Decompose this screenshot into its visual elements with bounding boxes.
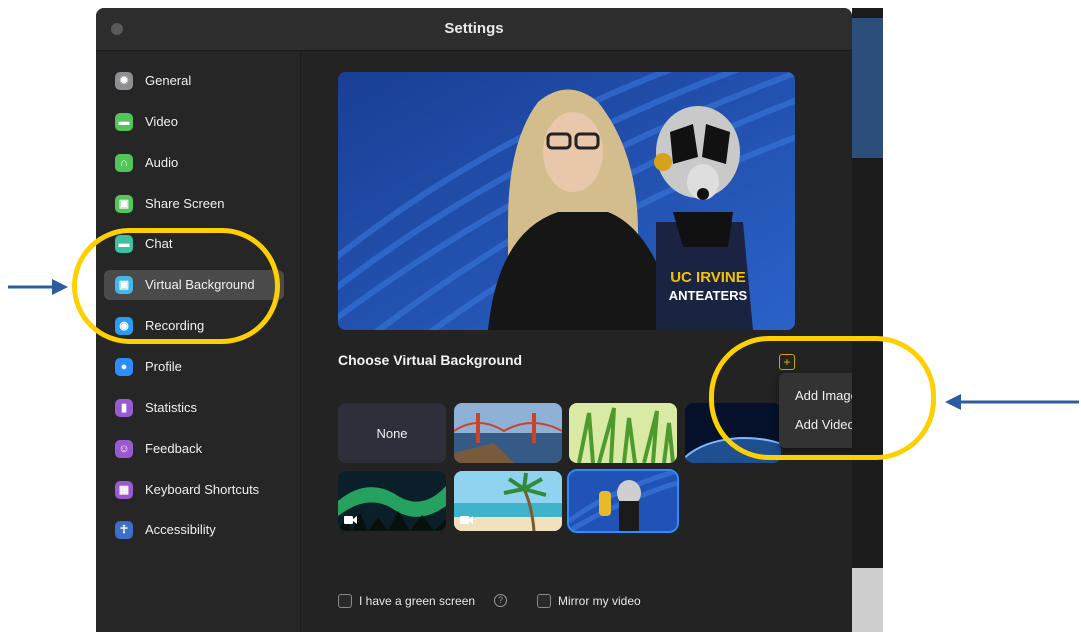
shirt-text-line2: ANTEATERS bbox=[669, 288, 748, 303]
title-bar: Settings bbox=[96, 8, 852, 51]
sidebar-item-general[interactable]: ✹ General bbox=[104, 66, 284, 96]
grass-image bbox=[569, 403, 677, 463]
share-screen-icon: ▣ bbox=[115, 195, 133, 213]
sidebar-item-video[interactable]: ▬ Video bbox=[104, 107, 284, 137]
keyboard-icon: ▦ bbox=[115, 481, 133, 499]
shirt-text-line1: UC IRVINE bbox=[670, 269, 746, 286]
green-screen-checkbox[interactable] bbox=[338, 594, 352, 608]
background-window-image bbox=[852, 18, 883, 632]
sidebar-item-label: Keyboard Shortcuts bbox=[145, 482, 260, 497]
background-thumb-uc-irvine-anteater[interactable] bbox=[567, 469, 679, 533]
video-camera-icon bbox=[460, 516, 473, 524]
sidebar-item-label: Video bbox=[145, 114, 179, 129]
mirror-video-label: Mirror my video bbox=[558, 594, 641, 608]
sidebar-item-label: Audio bbox=[145, 155, 179, 170]
video-camera-icon: ▬ bbox=[115, 113, 133, 131]
sidebar-item-label: Profile bbox=[145, 359, 182, 374]
sidebar-item-label: Accessibility bbox=[145, 522, 216, 537]
sidebar-item-label: Share Screen bbox=[145, 196, 225, 211]
anteater-image bbox=[569, 471, 677, 531]
help-icon[interactable]: ? bbox=[494, 594, 507, 607]
smiley-icon: ☺ bbox=[115, 440, 133, 458]
left-arrow-icon bbox=[945, 394, 1079, 410]
headphones-icon: ∩ bbox=[115, 154, 133, 172]
preview-image: UC IRVINE ANTEATERS bbox=[338, 72, 795, 330]
sidebar-item-statistics[interactable]: ▮ Statistics bbox=[104, 393, 284, 423]
background-thumb-golden-gate-bridge[interactable] bbox=[454, 403, 562, 463]
golden-gate-image bbox=[454, 403, 562, 463]
sidebar-item-feedback[interactable]: ☺ Feedback bbox=[104, 434, 284, 464]
video-camera-icon bbox=[344, 516, 357, 524]
sidebar-item-label: Feedback bbox=[145, 441, 203, 456]
background-thumb-beach-palm[interactable] bbox=[454, 471, 562, 531]
sidebar-item-profile[interactable]: ● Profile bbox=[104, 352, 284, 382]
sidebar-item-accessibility[interactable]: ☥ Accessibility bbox=[104, 515, 284, 545]
sidebar-item-label: General bbox=[145, 73, 192, 88]
camera-preview: UC IRVINE ANTEATERS bbox=[338, 72, 795, 330]
add-menu-highlight bbox=[709, 336, 936, 460]
section-title: Choose Virtual Background bbox=[338, 352, 523, 368]
profile-icon: ● bbox=[115, 358, 133, 376]
sidebar-item-label: Statistics bbox=[145, 400, 198, 415]
sidebar-item-audio[interactable]: ∩ Audio bbox=[104, 148, 284, 178]
window-title: Settings bbox=[444, 20, 504, 37]
sidebar-item-keyboard-shortcuts[interactable]: ▦ Keyboard Shortcuts bbox=[104, 475, 284, 505]
background-thumb-none[interactable]: None bbox=[338, 403, 446, 463]
mirror-video-checkbox[interactable] bbox=[537, 594, 551, 608]
background-window-strip bbox=[852, 8, 883, 632]
accessibility-icon: ☥ bbox=[115, 521, 133, 539]
bar-chart-icon: ▮ bbox=[115, 399, 133, 417]
sidebar-item-share-screen[interactable]: ▣ Share Screen bbox=[104, 189, 284, 219]
gear-icon: ✹ bbox=[115, 72, 133, 90]
green-screen-label: I have a green screen bbox=[359, 594, 476, 608]
virtual-background-highlight bbox=[72, 228, 280, 344]
background-thumb-aurora[interactable] bbox=[338, 471, 446, 531]
background-thumb-grass[interactable] bbox=[569, 403, 677, 463]
right-arrow-icon bbox=[8, 279, 68, 295]
thumb-label: None bbox=[376, 426, 408, 441]
